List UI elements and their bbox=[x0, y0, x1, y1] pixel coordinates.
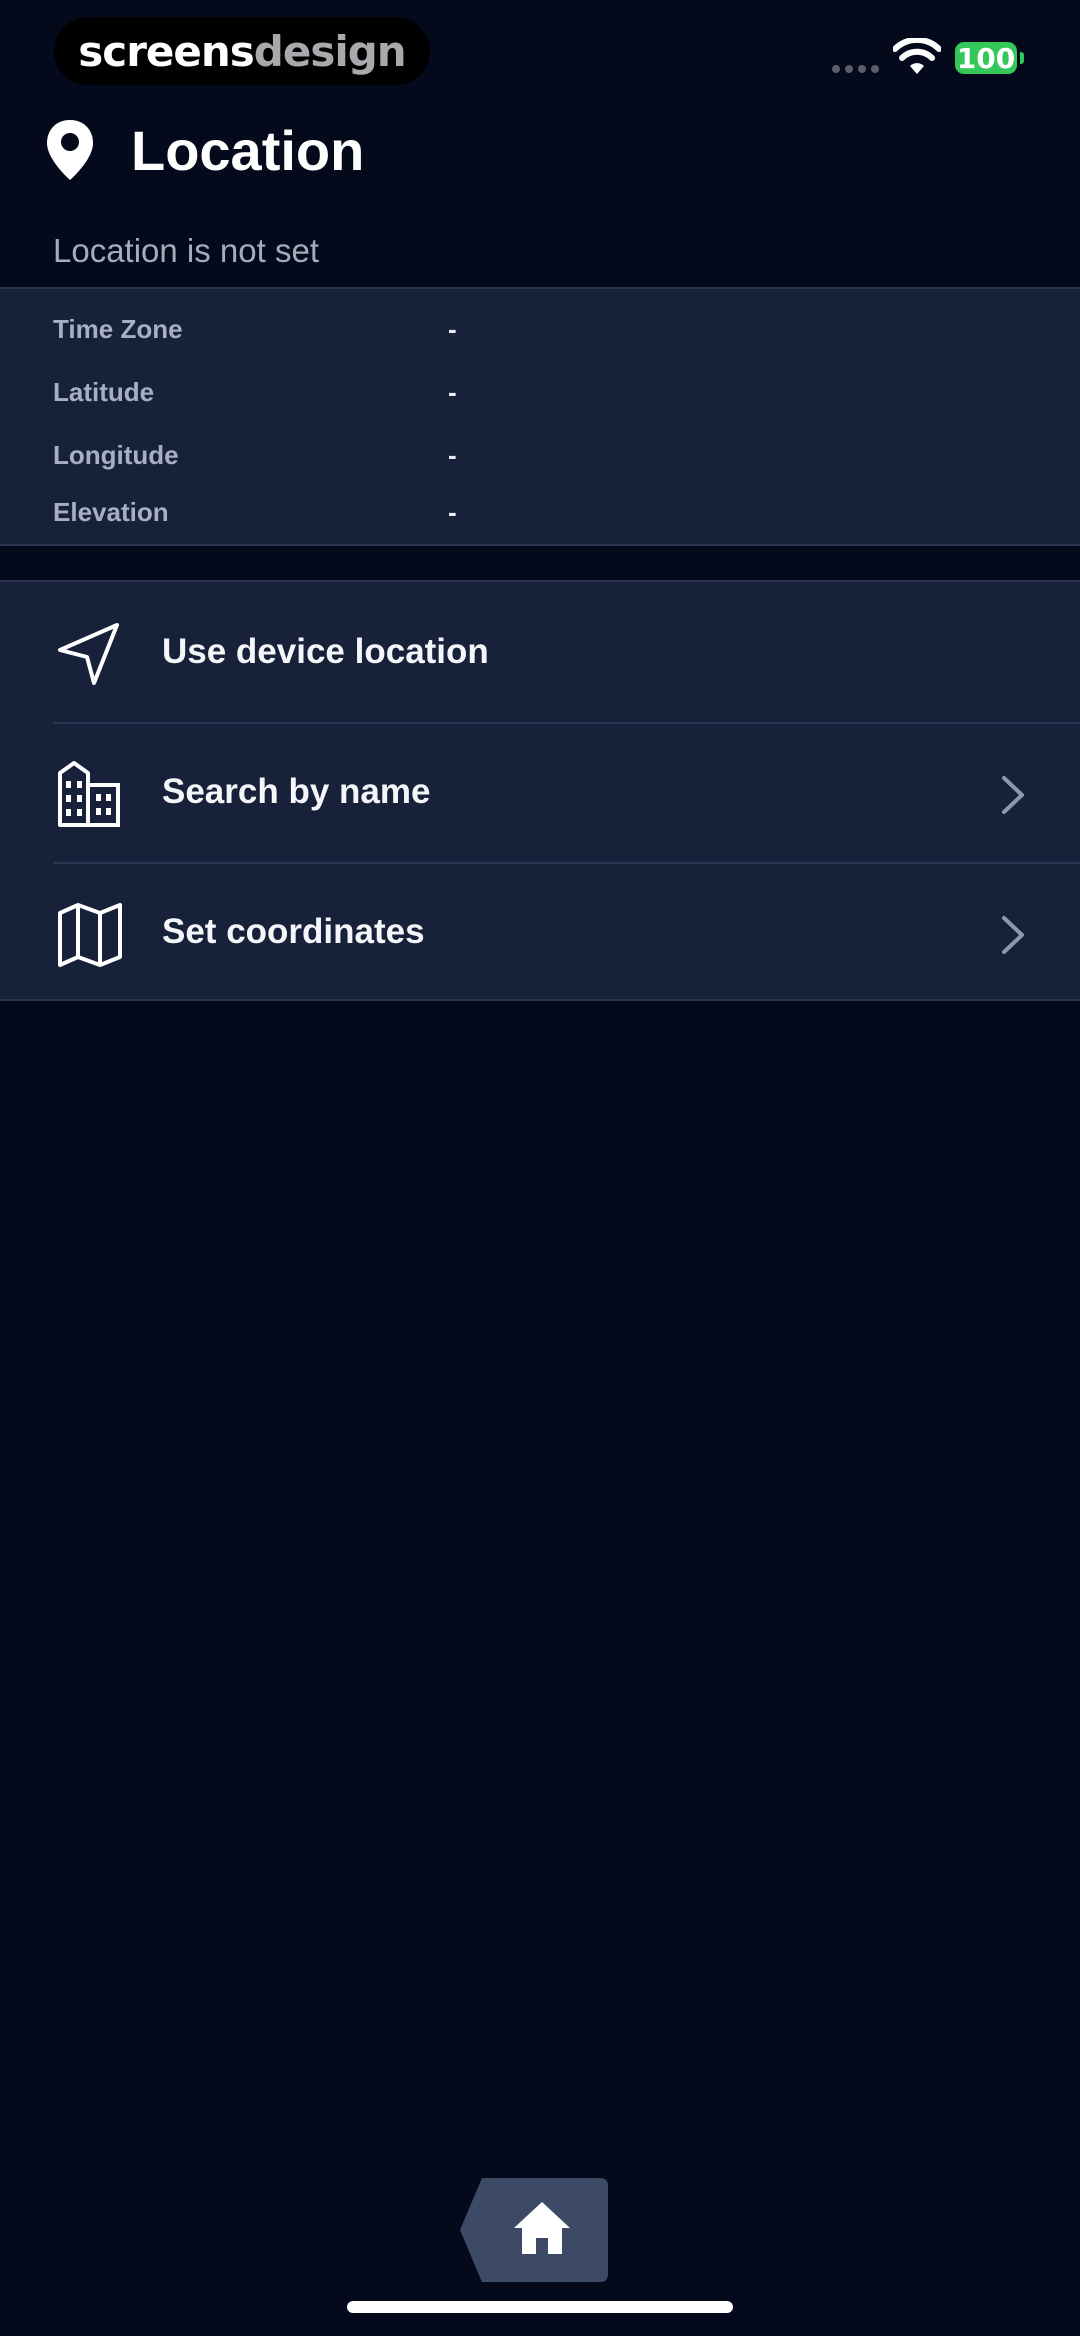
detail-row-time-zone: Time Zone - bbox=[0, 314, 1080, 354]
status-bar: screens design 100 bbox=[0, 0, 1080, 110]
battery-indicator: 100 bbox=[955, 41, 1017, 75]
map-icon bbox=[58, 903, 122, 967]
brand-logo-secondary: design bbox=[253, 26, 407, 76]
detail-label: Time Zone bbox=[53, 314, 183, 344]
detail-row-longitude: Longitude - bbox=[0, 440, 1080, 480]
set-coordinates-button[interactable]: Set coordinates bbox=[0, 864, 1080, 1004]
home-indicator[interactable] bbox=[347, 2301, 733, 2313]
detail-row-latitude: Latitude - bbox=[0, 377, 1080, 417]
detail-row-elevation: Elevation - bbox=[0, 497, 1080, 537]
detail-label: Elevation bbox=[53, 497, 169, 527]
detail-value: - bbox=[448, 497, 457, 527]
navigation-arrow-icon bbox=[58, 623, 119, 685]
brand-logo-primary: screens bbox=[78, 26, 254, 76]
home-button[interactable] bbox=[460, 2178, 608, 2282]
detail-value: - bbox=[448, 440, 457, 470]
detail-label: Latitude bbox=[53, 377, 155, 407]
search-by-name-button[interactable]: Search by name bbox=[0, 724, 1080, 864]
battery-nub bbox=[1020, 52, 1024, 64]
use-device-location-button[interactable]: Use device location bbox=[0, 584, 1080, 724]
cellular-signal-icon bbox=[832, 65, 879, 73]
location-details-panel: Time Zone - Latitude - Longitude - Eleva… bbox=[0, 287, 1080, 546]
page-title: Location bbox=[131, 119, 365, 182]
location-status-text: Location is not set bbox=[53, 232, 319, 269]
location-actions-list: Use device location Search by name Set c… bbox=[0, 580, 1080, 1001]
brand-logo: screens design bbox=[54, 17, 430, 85]
detail-label: Longitude bbox=[53, 440, 179, 470]
page-header: Location bbox=[0, 110, 1080, 200]
battery-level: 100 bbox=[956, 41, 1016, 75]
map-pin-icon bbox=[47, 120, 93, 180]
chevron-right-icon bbox=[1002, 776, 1024, 814]
wifi-icon bbox=[893, 38, 941, 74]
action-label: Search by name bbox=[162, 772, 431, 811]
chevron-right-icon bbox=[1002, 916, 1024, 954]
action-label: Use device location bbox=[162, 632, 489, 671]
detail-value: - bbox=[448, 377, 457, 407]
buildings-icon bbox=[58, 761, 120, 827]
detail-value: - bbox=[448, 314, 457, 344]
action-label: Set coordinates bbox=[162, 912, 425, 951]
